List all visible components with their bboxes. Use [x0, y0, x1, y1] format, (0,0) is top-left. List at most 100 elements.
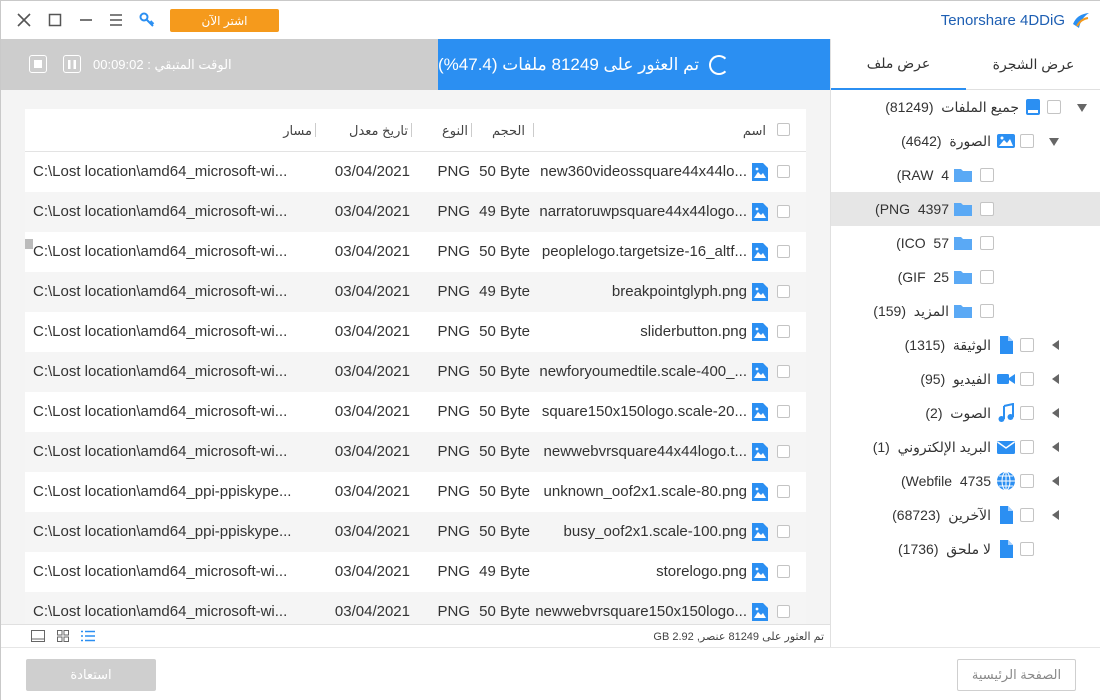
row-checkbox[interactable] — [777, 605, 790, 618]
table-row[interactable]: newforyoumedtile.scale-400_... 50 Byte PNG… — [25, 352, 806, 392]
row-checkbox[interactable] — [777, 205, 790, 218]
tree-item[interactable]: الصوت (2) — [831, 396, 1100, 430]
mail-icon — [996, 437, 1016, 457]
row-checkbox[interactable] — [777, 365, 790, 378]
file-size: 50 Byte — [479, 323, 530, 340]
tree-item-checkbox[interactable] — [1020, 406, 1034, 420]
col-date-header[interactable]: تاريخ معدل — [349, 123, 408, 139]
collapse-arrow-icon[interactable] — [1052, 374, 1059, 384]
recover-button[interactable]: استعادة — [26, 659, 156, 691]
tree-item[interactable]: ICO 57) — [831, 226, 1100, 260]
minimize-icon[interactable] — [75, 9, 97, 31]
row-checkbox[interactable] — [777, 485, 790, 498]
tree-item[interactable]: RAW 4) — [831, 158, 1100, 192]
collapse-arrow-icon[interactable] — [1052, 442, 1059, 452]
scrollbar-thumb[interactable] — [25, 239, 33, 249]
pause-button[interactable] — [63, 55, 81, 73]
table-row[interactable]: peoplelogo.targetsize-16_altf... 50 Byte P… — [25, 232, 806, 272]
stop-button[interactable] — [29, 55, 47, 73]
tab-tree-view[interactable]: عرض الشجرة — [966, 39, 1100, 90]
tree-item[interactable]: لا ملحق (1736) — [831, 532, 1100, 566]
expand-arrow-icon[interactable] — [1049, 138, 1059, 146]
list-view-icon[interactable] — [81, 630, 95, 642]
home-button[interactable]: الصفحة الرئيسية — [957, 659, 1076, 691]
tree-item-checkbox[interactable] — [1047, 100, 1061, 114]
brand-name: Tenorshare 4DDiG — [940, 11, 1065, 29]
expand-arrow-icon[interactable] — [1077, 104, 1087, 112]
table-row[interactable]: new360videossquare44x44lo... 50 Byte PNG 03… — [25, 152, 806, 192]
table-row[interactable]: sliderbutton.png 50 Byte PNG 03/04/2021 C:\L… — [25, 312, 806, 352]
key-icon[interactable] — [136, 9, 158, 31]
tree-item-label: الصوت (2) — [925, 405, 991, 421]
tree-item[interactable]: جميع الملفات (81249) — [831, 90, 1100, 124]
tree-item[interactable]: المزيد (159) — [831, 294, 1100, 328]
tree-item[interactable]: البريد الإلكتروني (1) — [831, 430, 1100, 464]
row-checkbox[interactable] — [777, 565, 790, 578]
col-type-header[interactable]: النوع — [442, 123, 468, 139]
tree-item[interactable]: PNG 4397) — [831, 192, 1100, 226]
collapse-arrow-icon[interactable] — [1052, 340, 1059, 350]
row-checkbox[interactable] — [777, 245, 790, 258]
col-name-header[interactable]: اسم — [743, 123, 766, 139]
row-checkbox[interactable] — [777, 285, 790, 298]
tab-file-view[interactable]: عرض ملف — [831, 39, 966, 90]
file-name: newwebvrsquare150x150logo... — [535, 603, 747, 620]
tree-item-checkbox[interactable] — [1020, 134, 1034, 148]
tree-item-checkbox[interactable] — [980, 168, 994, 182]
tree-item-checkbox[interactable] — [1020, 372, 1034, 386]
globe-icon — [996, 471, 1016, 491]
table-row[interactable]: storelogo.png 49 Byte PNG 03/04/2021 C:\Lost… — [25, 552, 806, 592]
tree-item-checkbox[interactable] — [1020, 508, 1034, 522]
file-name: new360videossquare44x44lo... — [540, 163, 747, 180]
table-row[interactable]: newwebvrsquare150x150logo... 50 Byte PNG 03… — [25, 592, 806, 624]
tree-item-checkbox[interactable] — [980, 236, 994, 250]
buy-now-button[interactable]: اشتر الآن — [170, 9, 279, 32]
preview-view-icon[interactable] — [31, 630, 45, 642]
collapse-arrow-icon[interactable] — [1052, 476, 1059, 486]
tree-item-checkbox[interactable] — [1020, 440, 1034, 454]
menu-icon[interactable] — [105, 9, 127, 31]
file-size: 49 Byte — [479, 203, 530, 220]
file-size: 50 Byte — [479, 403, 530, 420]
tree-item-checkbox[interactable] — [980, 270, 994, 284]
row-checkbox[interactable] — [777, 165, 790, 178]
close-icon[interactable] — [13, 9, 35, 31]
brand: Tenorshare 4DDiG — [941, 10, 1091, 30]
tree-item[interactable]: GIF 25) — [831, 260, 1100, 294]
table-row[interactable]: square150x150logo.scale-20... 50 Byte PNG 0… — [25, 392, 806, 432]
tree-item-checkbox[interactable] — [1020, 542, 1034, 556]
thumbnail-view-icon[interactable] — [57, 630, 71, 642]
tree-item[interactable]: الفيديو (95) — [831, 362, 1100, 396]
tree-item[interactable]: الوثيقة (1315) — [831, 328, 1100, 362]
folder-icon — [953, 301, 973, 321]
file-name: newforyoumedtile.scale-400_... — [539, 363, 747, 380]
row-checkbox[interactable] — [777, 405, 790, 418]
tree-item-label: الآخرين (68723) — [892, 507, 991, 523]
tree-item-checkbox[interactable] — [980, 304, 994, 318]
col-size-header[interactable]: الحجم — [492, 123, 525, 139]
table-row[interactable]: unknown_oof2x1.scale-80.png 50 Byte PNG 03/… — [25, 472, 806, 512]
tree-item[interactable]: Webfile 4735) — [831, 464, 1100, 498]
tree-item-checkbox[interactable] — [1020, 338, 1034, 352]
row-checkbox[interactable] — [777, 525, 790, 538]
maximize-icon[interactable] — [44, 9, 66, 31]
tree-item[interactable]: الصورة (4642) — [831, 124, 1100, 158]
file-size: 49 Byte — [479, 563, 530, 580]
collapse-arrow-icon[interactable] — [1052, 408, 1059, 418]
select-all-checkbox[interactable] — [777, 123, 790, 136]
drive-icon — [1023, 97, 1043, 117]
collapse-arrow-icon[interactable] — [1052, 510, 1059, 520]
tree-item-checkbox[interactable] — [980, 202, 994, 216]
tree-item[interactable]: الآخرين (68723) — [831, 498, 1100, 532]
table-row[interactable]: busy_oof2x1.scale-100.png 50 Byte PNG 03/04… — [25, 512, 806, 552]
row-checkbox[interactable] — [777, 325, 790, 338]
tree-item-checkbox[interactable] — [1020, 474, 1034, 488]
table-row[interactable]: breakpointglyph.png 49 Byte PNG 03/04/2021 C… — [25, 272, 806, 312]
table-row[interactable]: newwebvrsquare44x44logo.t... 50 Byte PNG 03… — [25, 432, 806, 472]
file-path: C:\Lost location\amd64_microsoft-wi... — [33, 163, 288, 180]
table-row[interactable]: narratoruwpsquare44x44logo... 49 Byte PNG 0… — [25, 192, 806, 232]
file-path: C:\Lost location\amd64_microsoft-wi... — [33, 203, 288, 220]
col-path-header[interactable]: مسار — [283, 123, 312, 139]
file-name: peoplelogo.targetsize-16_altf... — [541, 243, 747, 260]
row-checkbox[interactable] — [777, 445, 790, 458]
